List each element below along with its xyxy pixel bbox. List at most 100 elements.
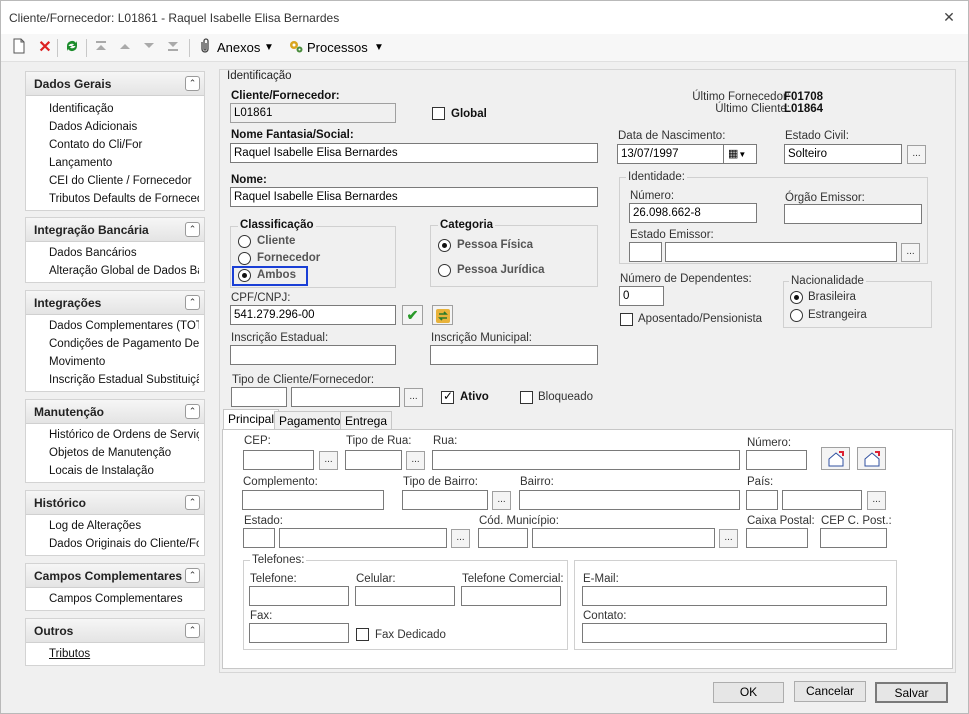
- estado-emissor-lookup-button[interactable]: ...: [901, 243, 920, 262]
- collapse-chevron-icon[interactable]: ⌃: [185, 222, 200, 237]
- sidebar-item-contato[interactable]: Contato do Cli/For: [49, 139, 199, 151]
- dependentes-field[interactable]: 0: [619, 286, 664, 306]
- sidebar-item-movimento[interactable]: Movimento: [49, 356, 199, 368]
- inscricao-municipal-field[interactable]: [430, 345, 598, 365]
- sidebar-section-header[interactable]: Histórico ⌃: [26, 491, 204, 515]
- chevron-down-icon[interactable]: ▼: [264, 42, 274, 53]
- sidebar-section-header[interactable]: Outros ⌃: [26, 619, 204, 643]
- estado-emissor-code-field[interactable]: [629, 242, 662, 262]
- tipo-cliente-lookup-button[interactable]: ...: [404, 388, 423, 407]
- ativo-checkbox[interactable]: [441, 389, 454, 404]
- bairro-field[interactable]: [519, 490, 740, 510]
- collapse-chevron-icon[interactable]: ⌃: [185, 495, 200, 510]
- estado-emissor-name-field[interactable]: [665, 242, 897, 262]
- estado-civil-lookup-button[interactable]: ...: [907, 145, 926, 164]
- telefone-comercial-field[interactable]: [461, 586, 561, 606]
- pais-name-field[interactable]: [782, 490, 862, 510]
- sidebar-section-header[interactable]: Integrações ⌃: [26, 291, 204, 315]
- celular-field[interactable]: [355, 586, 455, 606]
- estado-code-field[interactable]: [243, 528, 275, 548]
- swap-refresh-icon[interactable]: [432, 305, 453, 325]
- sidebar-item-campos-complementares[interactable]: Campos Complementares: [49, 593, 199, 605]
- email-field[interactable]: [582, 586, 887, 606]
- anexos-menu[interactable]: Anexos: [217, 40, 260, 55]
- next-record-icon[interactable]: [139, 38, 159, 58]
- cliente-field[interactable]: L01861: [230, 103, 396, 123]
- radio-brasileira[interactable]: [790, 291, 803, 304]
- chevron-down-icon[interactable]: ▼: [374, 42, 384, 53]
- fax-field[interactable]: [249, 623, 349, 643]
- address-map-icon[interactable]: [821, 447, 850, 470]
- address-search-icon[interactable]: [857, 447, 886, 470]
- orgao-emissor-field[interactable]: [784, 204, 922, 224]
- delete-icon[interactable]: ✕: [35, 38, 55, 58]
- collapse-chevron-icon[interactable]: ⌃: [185, 404, 200, 419]
- ok-button[interactable]: OK: [713, 682, 784, 703]
- tipo-bairro-lookup-button[interactable]: ...: [492, 491, 511, 510]
- tipo-cliente-name-field[interactable]: [291, 387, 400, 407]
- sidebar-item-historico-os[interactable]: Histórico de Ordens de Serviço: [49, 429, 199, 441]
- complemento-field[interactable]: [242, 490, 384, 510]
- sidebar-item-dados-adicionais[interactable]: Dados Adicionais: [49, 121, 199, 133]
- cpf-field[interactable]: 541.279.296-00: [230, 305, 396, 325]
- sidebar-item-locais-instalacao[interactable]: Locais de Instalação: [49, 465, 199, 477]
- sidebar-item-dados-complementares[interactable]: Dados Complementares (TOTVS): [49, 320, 199, 332]
- sidebar-item-log-alteracoes[interactable]: Log de Alterações: [49, 520, 199, 532]
- pais-code-field[interactable]: [746, 490, 778, 510]
- sidebar-section-header[interactable]: Manutenção ⌃: [26, 400, 204, 424]
- cod-municipio-field[interactable]: [478, 528, 528, 548]
- validate-check-icon[interactable]: ✔: [402, 305, 423, 325]
- sidebar-item-condicoes-pagamento[interactable]: Condições de Pagamento Default: [49, 338, 199, 350]
- save-button[interactable]: Salvar: [875, 682, 948, 703]
- nome-fantasia-field[interactable]: Raquel Isabelle Elisa Bernardes: [230, 143, 598, 163]
- sidebar-item-identificacao[interactable]: Identificação: [49, 103, 199, 115]
- tipo-bairro-field[interactable]: [402, 490, 488, 510]
- estado-lookup-button[interactable]: ...: [451, 529, 470, 548]
- sidebar-item-dados-originais[interactable]: Dados Originais do Cliente/Fornecedor: [49, 538, 199, 550]
- cep-field[interactable]: [243, 450, 314, 470]
- global-checkbox[interactable]: [432, 107, 445, 120]
- caixa-postal-field[interactable]: [746, 528, 808, 548]
- first-record-icon[interactable]: [91, 38, 111, 58]
- cep-caixa-postal-field[interactable]: [820, 528, 887, 548]
- cep-lookup-button[interactable]: ...: [319, 451, 338, 470]
- numero-field[interactable]: 26.098.662-8: [629, 203, 757, 223]
- collapse-chevron-icon[interactable]: ⌃: [185, 76, 200, 91]
- cancel-button[interactable]: Cancelar: [794, 681, 866, 702]
- collapse-chevron-icon[interactable]: ⌃: [185, 295, 200, 310]
- radio-fornecedor[interactable]: [238, 252, 251, 265]
- sidebar-item-cei[interactable]: CEI do Cliente / Fornecedor: [49, 175, 199, 187]
- close-icon[interactable]: ✕: [941, 9, 957, 25]
- sidebar-item-dados-bancarios[interactable]: Dados Bancários: [49, 247, 199, 259]
- tab-principal[interactable]: Principal: [223, 409, 280, 430]
- processes-gear-icon[interactable]: [286, 38, 306, 58]
- numero-endereco-field[interactable]: [746, 450, 807, 470]
- tab-entrega[interactable]: Entrega: [340, 411, 393, 429]
- radio-pessoa-juridica[interactable]: [438, 264, 451, 277]
- bloqueado-checkbox[interactable]: [520, 391, 533, 404]
- calendar-dropdown[interactable]: ▦▼: [723, 144, 757, 164]
- telefone-field[interactable]: [249, 586, 349, 606]
- sidebar-item-objetos-manutencao[interactable]: Objetos de Manutenção: [49, 447, 199, 459]
- attachment-icon[interactable]: [195, 38, 215, 58]
- estado-civil-field[interactable]: Solteiro: [784, 144, 902, 164]
- tipo-rua-lookup-button[interactable]: ...: [406, 451, 425, 470]
- sidebar-section-header[interactable]: Integração Bancária ⌃: [26, 218, 204, 242]
- fax-dedicado-checkbox[interactable]: [356, 628, 369, 641]
- nome-field[interactable]: Raquel Isabelle Elisa Bernardes: [230, 187, 598, 207]
- data-nascimento-field[interactable]: 13/07/1997: [617, 144, 724, 164]
- pais-lookup-button[interactable]: ...: [867, 491, 886, 510]
- processos-menu[interactable]: Processos: [307, 40, 368, 55]
- last-record-icon[interactable]: [163, 38, 183, 58]
- sidebar-item-inscricao-estadual[interactable]: Inscrição Estadual Substituição: [49, 374, 199, 386]
- tipo-cliente-code-field[interactable]: [231, 387, 287, 407]
- tab-pagamento[interactable]: Pagamento: [274, 411, 346, 429]
- contato-field[interactable]: [582, 623, 887, 643]
- radio-cliente[interactable]: [238, 235, 251, 248]
- rua-field[interactable]: [432, 450, 740, 470]
- sidebar-section-header[interactable]: Dados Gerais ⌃: [26, 72, 204, 96]
- municipio-name-field[interactable]: [532, 528, 715, 548]
- collapse-chevron-icon[interactable]: ⌃: [185, 568, 200, 583]
- radio-estrangeira[interactable]: [790, 309, 803, 322]
- collapse-chevron-icon[interactable]: ⌃: [185, 623, 200, 638]
